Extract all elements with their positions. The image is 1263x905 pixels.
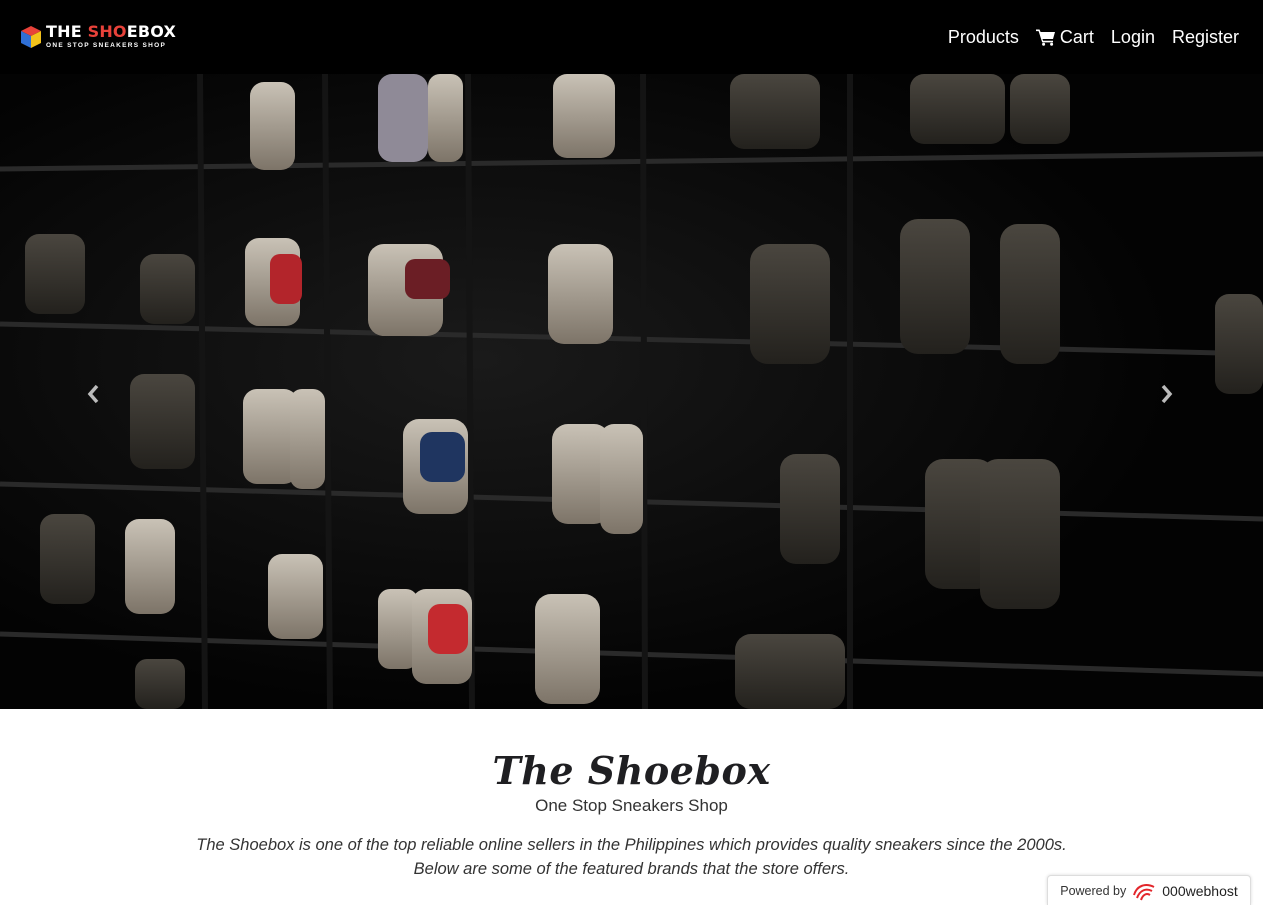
brand-logo-link[interactable]: THE SHOEBOX ONE STOP SNEAKERS SHOP	[20, 24, 176, 50]
powered-by-label: Powered by	[1060, 883, 1127, 898]
chevron-left-icon	[87, 384, 99, 404]
hero-image	[0, 74, 1263, 709]
cube-logo-icon	[21, 26, 41, 48]
nav-cart-link[interactable]: Cart	[1035, 26, 1094, 48]
nav-products-link[interactable]: Products	[948, 27, 1019, 48]
webhost-logo-icon	[1133, 883, 1155, 900]
page-title: The Shoebox	[492, 748, 771, 793]
shopping-cart-icon	[1035, 29, 1055, 46]
chevron-right-icon	[1161, 384, 1173, 404]
brand-name: THE SHOEBOX	[46, 22, 177, 42]
nav-cart-label: Cart	[1059, 26, 1094, 47]
brand-tagline: ONE STOP SNEAKERS SHOP	[46, 42, 167, 50]
powered-by-badge[interactable]: Powered by 000webhost	[1047, 875, 1251, 905]
nav-register-link[interactable]: Register	[1172, 27, 1239, 48]
hero-carousel	[0, 74, 1263, 709]
page-subtitle: One Stop Sneakers Shop	[535, 796, 728, 815]
nav-login-link[interactable]: Login	[1111, 27, 1155, 48]
intro-description-line1: The Shoebox is one of the top reliable o…	[196, 836, 1067, 854]
intro-description: The Shoebox is one of the top reliable o…	[0, 833, 1263, 881]
carousel-next-button[interactable]	[1137, 374, 1197, 414]
carousel-prev-button[interactable]	[63, 374, 123, 414]
top-navbar: THE SHOEBOX ONE STOP SNEAKERS SHOP Produ…	[0, 0, 1263, 74]
webhost-name: 000webhost	[1162, 882, 1238, 899]
intro-section: The Shoebox One Stop Sneakers Shop The S…	[0, 709, 1263, 881]
nav-links: Products Cart Login Register	[948, 27, 1239, 48]
